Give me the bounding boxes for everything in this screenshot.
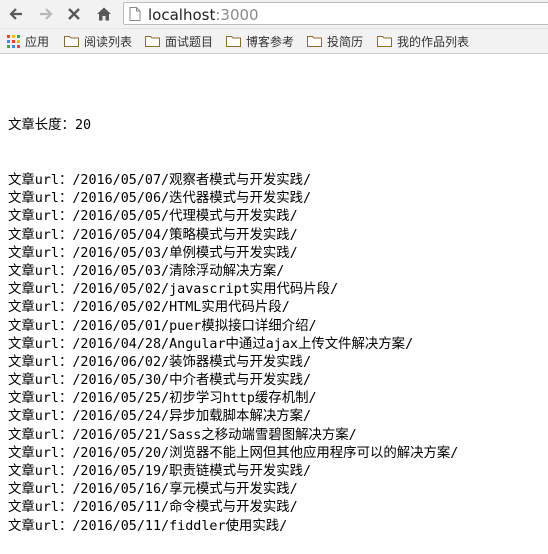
bookmark-folder-blog-reference[interactable]: 博客参考 bbox=[226, 33, 294, 49]
back-button[interactable] bbox=[6, 4, 26, 24]
article-url-value: /2016/05/25/初步学习http缓存机制/ bbox=[72, 391, 317, 407]
article-url-line: 文章url：/2016/05/02/javascript实用代码片段/ bbox=[8, 281, 458, 299]
article-url-line: 文章url：/2016/05/21/Sass之移动端雪碧图解决方案/ bbox=[8, 427, 458, 445]
article-url-label: 文章url： bbox=[8, 409, 73, 425]
article-url-line: 文章url：/2016/05/03/单例模式与开发实践/ bbox=[8, 245, 458, 263]
folder-icon bbox=[226, 36, 241, 47]
bookmark-folder-interview-questions[interactable]: 面试题目 bbox=[145, 33, 213, 49]
folder-icon bbox=[307, 36, 322, 47]
article-url-label: 文章url： bbox=[8, 518, 73, 534]
article-url-label: 文章url： bbox=[8, 263, 73, 279]
article-url-line: 文章url：/2016/05/20/浏览器不能上网但其他应用程序可以的解决方案/ bbox=[8, 445, 458, 463]
article-url-line: 文章url：/2016/05/05/代理模式与开发实践/ bbox=[8, 208, 458, 226]
bookmark-label: 阅读列表 bbox=[84, 34, 133, 49]
article-url-label: 文章url： bbox=[8, 300, 73, 316]
article-url-line: 文章url：/2016/06/02/装饰器模式与开发实践/ bbox=[8, 354, 458, 372]
article-url-line: 文章url：/2016/05/25/初步学习http缓存机制/ bbox=[8, 390, 458, 408]
url-port: :3000 bbox=[215, 6, 259, 24]
bookmark-folder-reading-list[interactable]: 阅读列表 bbox=[64, 33, 132, 49]
article-url-value: /2016/05/04/策略模式与开发实践/ bbox=[72, 227, 298, 243]
article-url-value: /2016/05/06/迭代器模式与开发实践/ bbox=[72, 191, 312, 207]
bookmark-label: 应用 bbox=[25, 34, 50, 49]
article-url-value: /2016/05/16/享元模式与开发实践/ bbox=[72, 482, 298, 498]
home-icon bbox=[97, 7, 111, 21]
article-url-value: /2016/05/11/命令模式与开发实践/ bbox=[72, 500, 298, 516]
article-url-value: /2016/05/20/浏览器不能上网但其他应用程序可以的解决方案/ bbox=[72, 445, 459, 461]
url-text: localhost:3000 bbox=[148, 6, 259, 24]
article-url-label: 文章url： bbox=[8, 209, 73, 225]
article-url-value: /2016/05/05/代理模式与开发实践/ bbox=[72, 209, 298, 225]
article-url-label: 文章url： bbox=[8, 318, 73, 334]
article-url-line: 文章url：/2016/04/28/Angular中通过ajax上传文件解决方案… bbox=[8, 336, 458, 354]
arrow-left-icon bbox=[9, 8, 22, 20]
article-url-list: 文章url：/2016/05/07/观察者模式与开发实践/文章url：/2016… bbox=[8, 172, 458, 536]
article-url-value: /2016/05/19/职责链模式与开发实践/ bbox=[72, 464, 312, 479]
article-length-line: 文章长度：20 bbox=[8, 117, 458, 135]
article-url-label: 文章url： bbox=[8, 354, 73, 370]
article-url-line: 文章url：/2016/05/07/观察者模式与开发实践/ bbox=[8, 172, 458, 190]
article-url-value: /2016/05/21/Sass之移动端雪碧图解决方案/ bbox=[72, 427, 357, 443]
bookmark-folder-my-works[interactable]: 我的作品列表 bbox=[377, 33, 469, 49]
article-url-label: 文章url： bbox=[8, 373, 73, 389]
url-host: localhost bbox=[148, 6, 216, 24]
bookmarks-bar: 应用 阅读列表 面试题目 博客参考 投简历 我的作品列表 bbox=[0, 29, 548, 54]
article-url-line: 文章url：/2016/05/03/清除浮动解决方案/ bbox=[8, 263, 458, 281]
article-url-label: 文章url： bbox=[8, 391, 73, 407]
stop-button[interactable] bbox=[64, 4, 84, 24]
article-url-label: 文章url： bbox=[8, 427, 73, 443]
article-url-line: 文章url：/2016/05/11/fiddler使用实践/ bbox=[8, 518, 458, 536]
article-url-label: 文章url： bbox=[8, 500, 73, 516]
browser-toolbar: localhost:3000 bbox=[0, 0, 548, 29]
article-url-value: /2016/05/03/单例模式与开发实践/ bbox=[72, 245, 298, 261]
article-url-label: 文章url： bbox=[8, 173, 73, 188]
article-url-value: /2016/05/01/puer模拟接口详细介绍/ bbox=[72, 318, 317, 334]
arrow-right-icon bbox=[40, 8, 53, 20]
bookmark-folder-resume[interactable]: 投简历 bbox=[307, 33, 363, 49]
article-url-line: 文章url：/2016/05/30/中介者模式与开发实践/ bbox=[8, 372, 458, 390]
article-length-value: 20 bbox=[74, 118, 92, 134]
article-url-line: 文章url：/2016/05/06/迭代器模式与开发实践/ bbox=[8, 190, 458, 208]
bookmark-label: 博客参考 bbox=[246, 34, 295, 49]
article-url-line: 文章url：/2016/05/19/职责链模式与开发实践/ bbox=[8, 463, 458, 481]
apps-grid-icon bbox=[7, 34, 20, 48]
article-url-value: /2016/05/02/javascript实用代码片段/ bbox=[72, 282, 339, 298]
article-url-line: 文章url：/2016/05/04/策略模式与开发实践/ bbox=[8, 227, 458, 245]
forward-button[interactable] bbox=[36, 4, 56, 24]
folder-icon bbox=[145, 36, 160, 47]
article-url-line: 文章url：/2016/05/16/享元模式与开发实践/ bbox=[8, 481, 458, 499]
address-bar[interactable]: localhost:3000 bbox=[123, 2, 548, 25]
bookmark-label: 面试题目 bbox=[165, 34, 214, 49]
bookmark-label: 投简历 bbox=[327, 34, 364, 49]
article-url-value: /2016/06/02/装饰器模式与开发实践/ bbox=[72, 354, 312, 370]
article-url-line: 文章url：/2016/05/24/异步加载脚本解决方案/ bbox=[8, 408, 458, 426]
article-url-label: 文章url： bbox=[8, 464, 73, 479]
page-icon bbox=[129, 7, 141, 21]
article-url-label: 文章url： bbox=[8, 336, 73, 352]
article-url-value: /2016/05/07/观察者模式与开发实践/ bbox=[72, 173, 312, 188]
article-url-label: 文章url： bbox=[8, 445, 73, 461]
article-url-value: /2016/05/03/清除浮动解决方案/ bbox=[72, 263, 285, 279]
page-content: 文章长度：20 文章url：/2016/05/07/观察者模式与开发实践/文章u… bbox=[8, 81, 458, 554]
article-url-value: /2016/04/28/Angular中通过ajax上传文件解决方案/ bbox=[72, 336, 414, 352]
article-url-value: /2016/05/02/HTML实用代码片段/ bbox=[72, 300, 290, 316]
article-url-label: 文章url： bbox=[8, 191, 73, 207]
article-url-line: 文章url：/2016/05/02/HTML实用代码片段/ bbox=[8, 299, 458, 317]
close-icon bbox=[68, 8, 80, 20]
bookmark-label: 我的作品列表 bbox=[397, 34, 470, 49]
article-url-value: /2016/05/30/中介者模式与开发实践/ bbox=[72, 373, 312, 389]
home-button[interactable] bbox=[94, 4, 114, 24]
folder-icon bbox=[377, 36, 392, 47]
article-url-label: 文章url： bbox=[8, 227, 73, 243]
folder-icon bbox=[64, 36, 79, 47]
article-url-label: 文章url： bbox=[8, 245, 73, 261]
article-url-line: 文章url：/2016/05/11/命令模式与开发实践/ bbox=[8, 499, 458, 517]
article-url-value: /2016/05/24/异步加载脚本解决方案/ bbox=[72, 409, 312, 425]
bookmark-apps[interactable]: 应用 bbox=[7, 33, 49, 49]
article-url-line: 文章url：/2016/05/01/puer模拟接口详细介绍/ bbox=[8, 318, 458, 336]
article-url-label: 文章url： bbox=[8, 482, 73, 498]
article-length-label: 文章长度： bbox=[8, 118, 75, 134]
article-url-value: /2016/05/11/fiddler使用实践/ bbox=[72, 518, 288, 534]
article-url-label: 文章url： bbox=[8, 282, 73, 298]
